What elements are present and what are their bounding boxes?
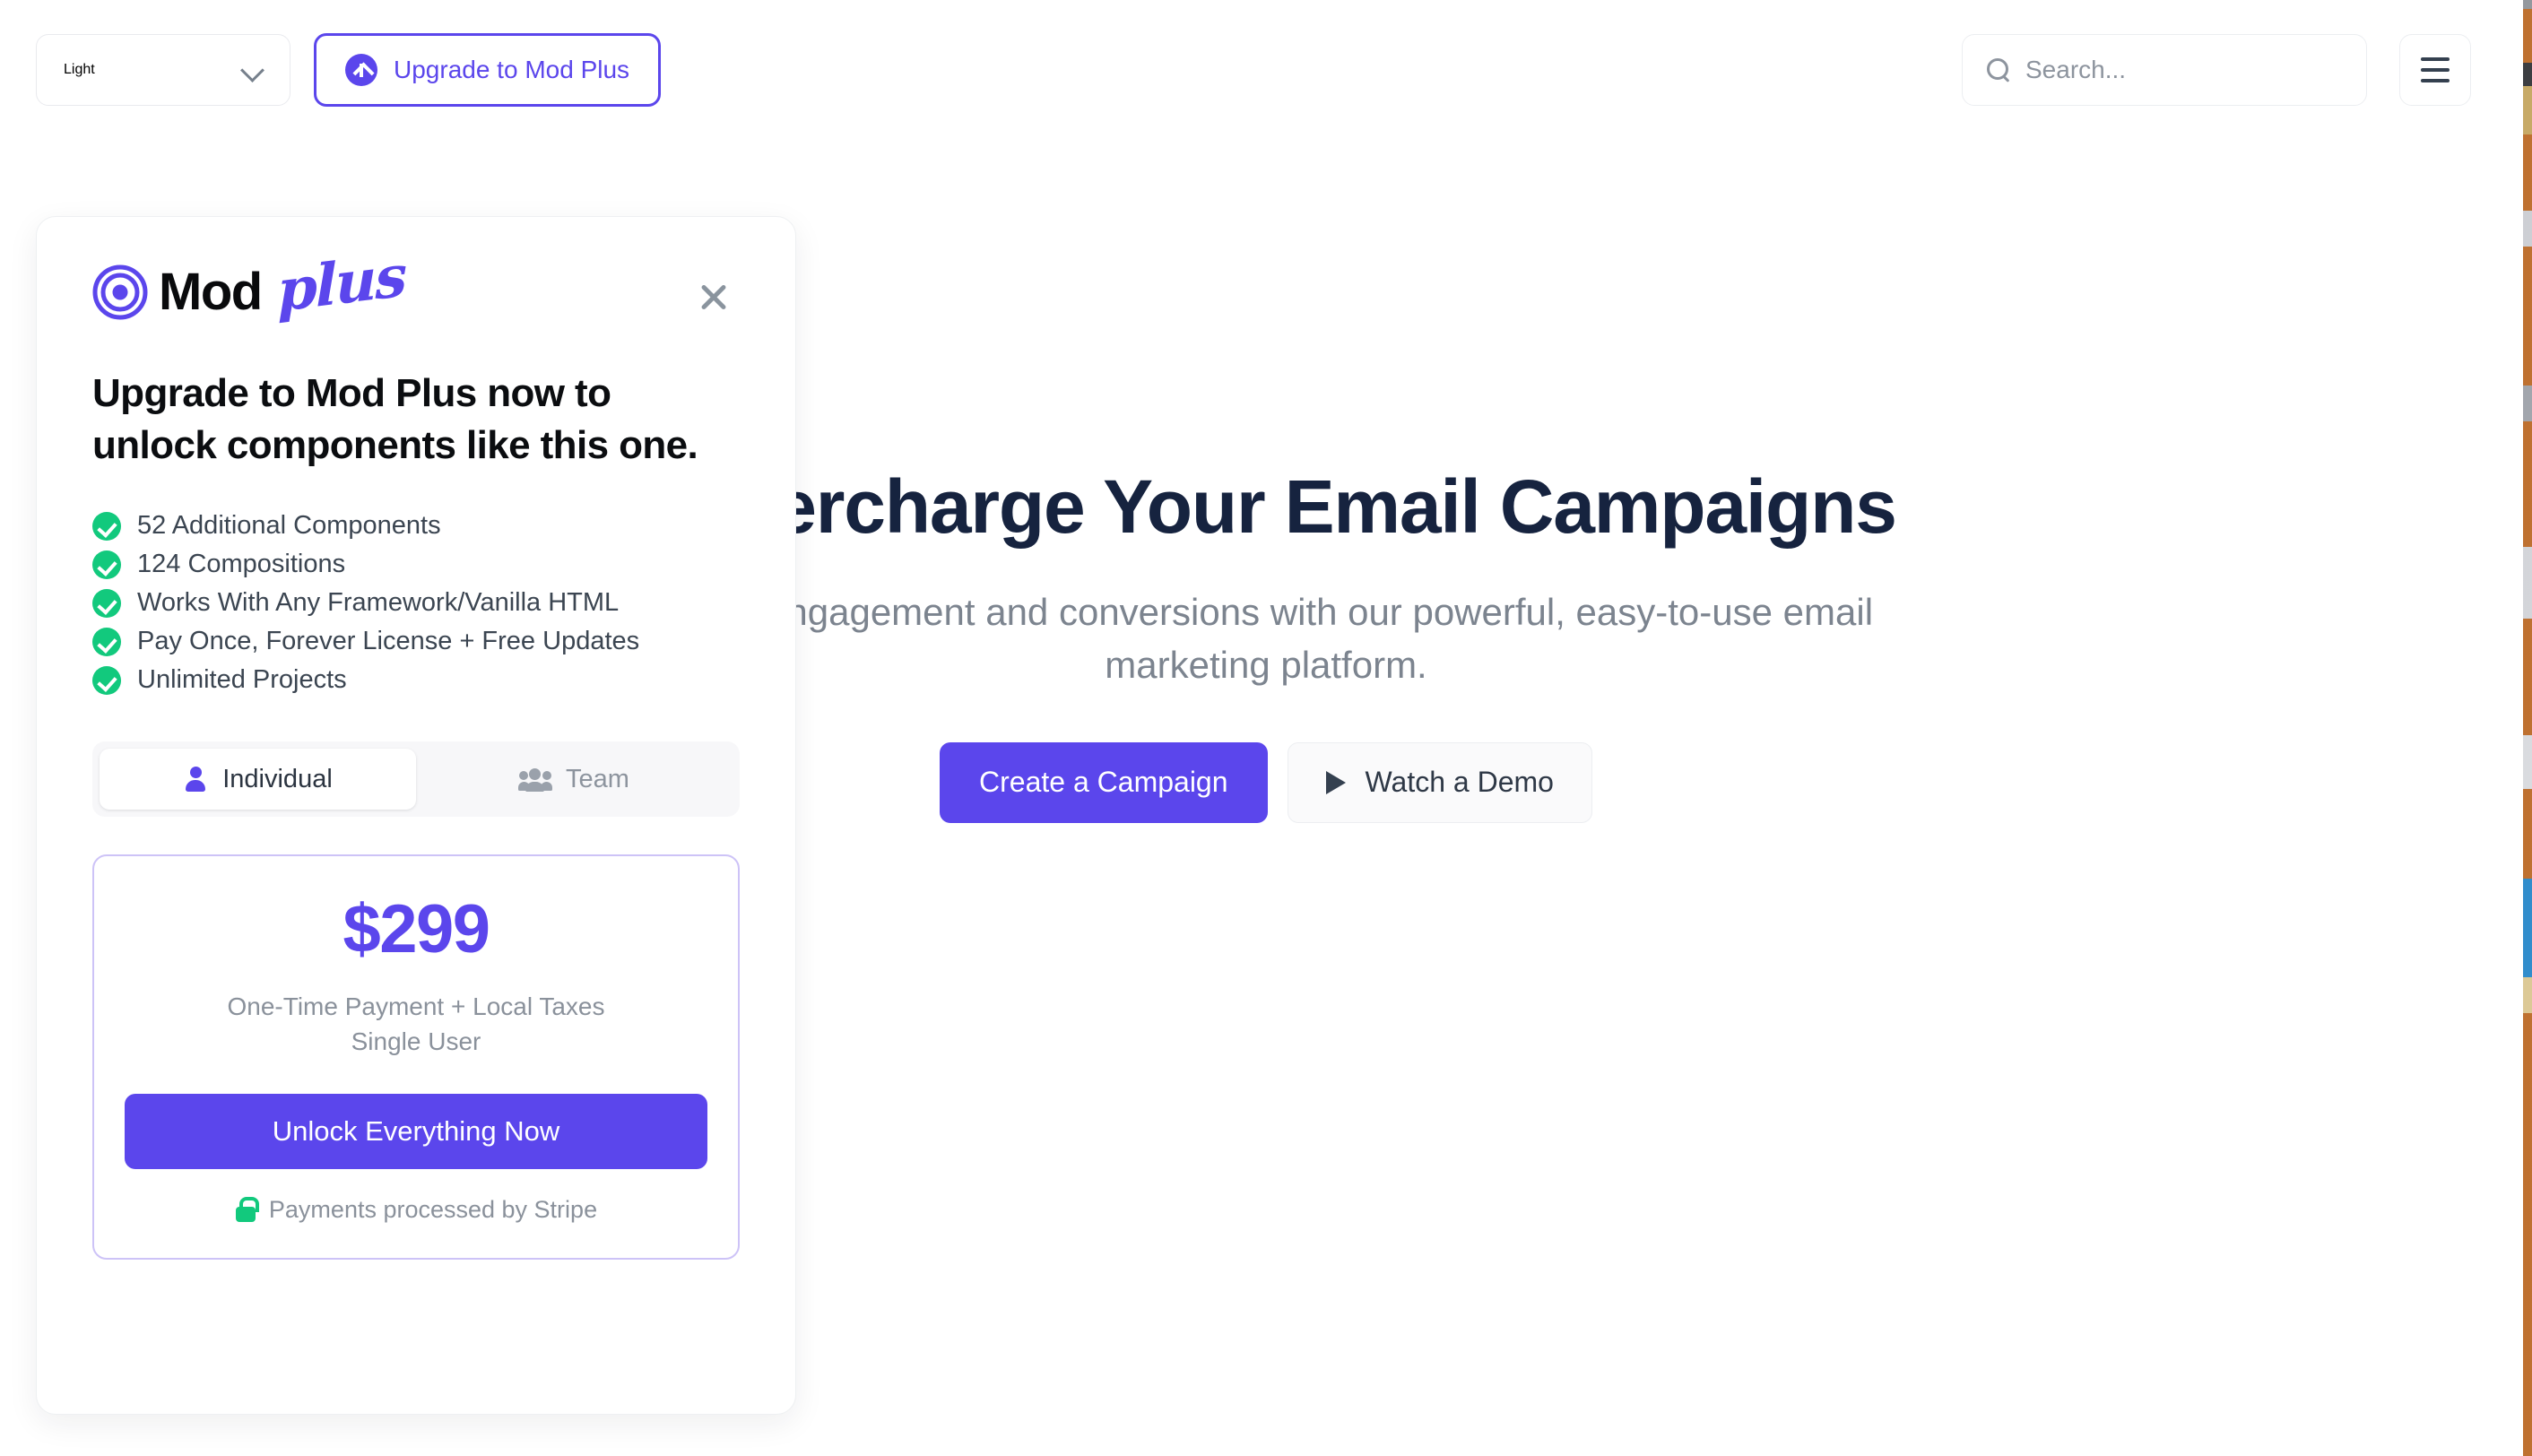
brand-suffix: plus — [276, 242, 406, 326]
lock-icon — [235, 1197, 259, 1223]
list-item: Works With Any Framework/Vanilla HTML — [92, 588, 740, 618]
hamburger-menu-icon — [2421, 57, 2450, 61]
search-input[interactable]: Search... — [2025, 56, 2126, 84]
upgrade-modal: Mod plus Upgrade to Mod Plus now to unlo… — [36, 216, 796, 1415]
check-circle-icon — [92, 627, 121, 656]
hamburger-menu-icon — [2421, 79, 2450, 82]
feature-label: Works With Any Framework/Vanilla HTML — [137, 588, 620, 618]
tab-individual[interactable]: Individual — [100, 749, 416, 810]
price-card: $299 One-Time Payment + Local Taxes Sing… — [92, 854, 740, 1260]
tab-team-label: Team — [566, 764, 629, 793]
price-note-primary: One-Time Payment + Local Taxes — [227, 992, 605, 1021]
modal-header: Mod plus — [92, 242, 740, 325]
edge-cover — [2510, 0, 2523, 1456]
upgrade-to-mod-plus-button[interactable]: Upgrade to Mod Plus — [314, 33, 662, 107]
person-icon — [183, 767, 208, 793]
arrow-up-circle-icon — [345, 54, 377, 86]
people-group-icon — [518, 767, 553, 793]
price-amount: $299 — [343, 891, 490, 968]
upgrade-button-label: Upgrade to Mod Plus — [394, 56, 630, 83]
feature-label: Unlimited Projects — [137, 665, 347, 695]
check-circle-icon — [92, 550, 121, 579]
list-item: 52 Additional Components — [92, 511, 740, 541]
hamburger-menu-icon — [2421, 68, 2450, 72]
list-item: Pay Once, Forever License + Free Updates — [92, 627, 740, 656]
list-item: Unlimited Projects — [92, 665, 740, 695]
adjacent-window-sliver — [2523, 0, 2532, 1456]
hero-subtitle: Boost engagement and conversions with ou… — [658, 590, 1874, 687]
modal-title: Upgrade to Mod Plus now to unlock compon… — [92, 371, 698, 468]
hamburger-menu-button[interactable] — [2399, 34, 2471, 106]
theme-selector-label: Light — [64, 62, 95, 77]
watch-a-demo-label: Watch a Demo — [1365, 766, 1554, 799]
feature-label: 124 Compositions — [137, 550, 346, 579]
feature-label: Pay Once, Forever License + Free Updates — [137, 627, 640, 656]
create-a-campaign-button[interactable]: Create a Campaign — [940, 741, 1268, 823]
mod-plus-logo: Mod plus — [92, 242, 406, 325]
payment-security-label: Payments processed by Stripe — [268, 1195, 598, 1223]
concentric-target-icon — [92, 264, 148, 320]
theme-selector[interactable]: Light — [36, 34, 290, 106]
tab-team[interactable]: Team — [416, 749, 733, 810]
brand-name: Mod — [159, 263, 263, 321]
chevron-down-icon — [241, 58, 264, 82]
price-note-secondary: Single User — [351, 1027, 481, 1056]
tab-individual-label: Individual — [222, 764, 333, 793]
feature-list: 52 Additional Components 124 Composition… — [92, 511, 740, 695]
watch-a-demo-button[interactable]: Watch a Demo — [1287, 741, 1592, 823]
close-icon[interactable] — [691, 274, 736, 319]
check-circle-icon — [92, 665, 121, 695]
list-item: 124 Compositions — [92, 550, 740, 579]
plan-type-toggle: Individual Team — [92, 741, 740, 818]
search-icon — [1986, 57, 2011, 82]
search-box[interactable]: Search... — [1962, 34, 2367, 106]
top-bar: Light Upgrade to Mod Plus Search... — [0, 0, 2532, 143]
payment-security-note: Payments processed by Stripe — [125, 1196, 707, 1224]
unlock-everything-now-button[interactable]: Unlock Everything Now — [125, 1093, 707, 1169]
play-icon — [1325, 770, 1346, 794]
check-circle-icon — [92, 588, 121, 618]
check-circle-icon — [92, 511, 121, 541]
feature-label: 52 Additional Components — [137, 511, 441, 541]
